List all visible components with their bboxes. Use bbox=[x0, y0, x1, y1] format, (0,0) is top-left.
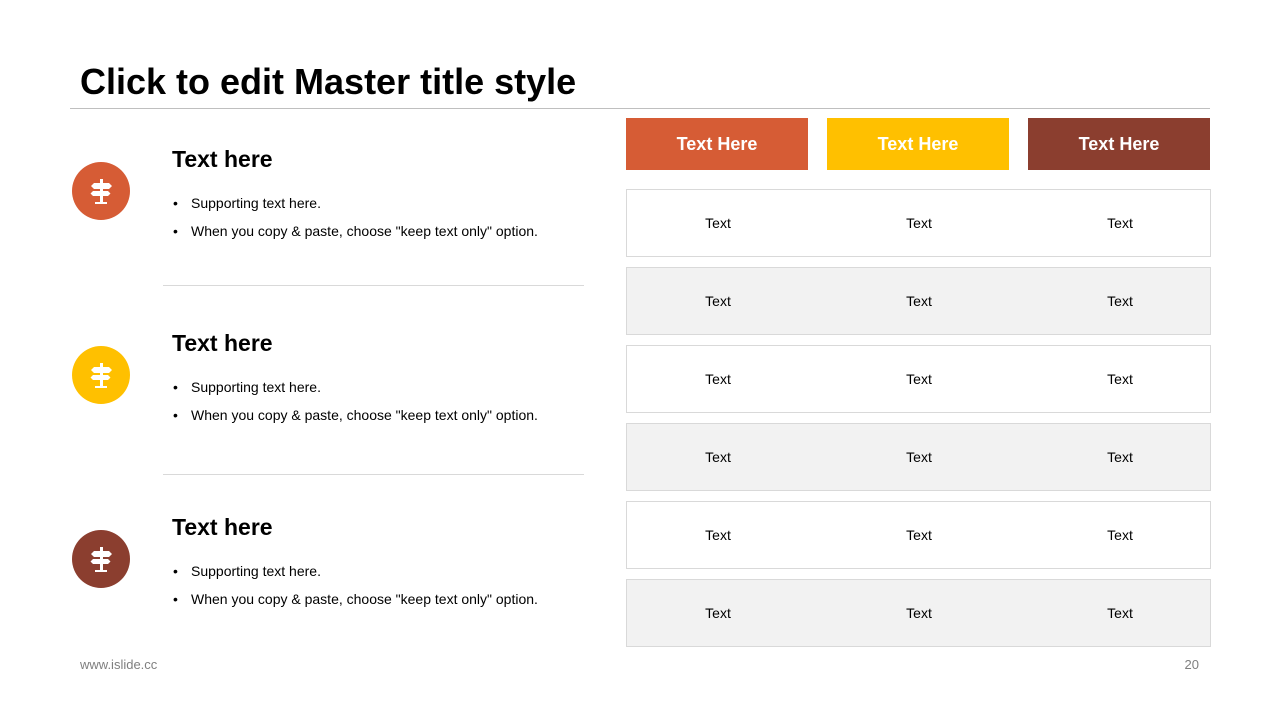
table-row: Text Text Text bbox=[626, 345, 1211, 413]
table-cell: Text bbox=[705, 605, 731, 621]
table-cell: Text bbox=[906, 527, 932, 543]
bullet-item: Supporting text here. bbox=[172, 373, 538, 401]
table-cell: Text bbox=[1107, 371, 1133, 387]
bullet-list: Supporting text here. When you copy & pa… bbox=[172, 557, 538, 613]
table-row: Text Text Text bbox=[626, 579, 1211, 647]
table-cell: Text bbox=[906, 605, 932, 621]
table-row: Text Text Text bbox=[626, 267, 1211, 335]
bullet-list: Supporting text here. When you copy & pa… bbox=[172, 189, 538, 245]
bullet-item: Supporting text here. bbox=[172, 189, 538, 217]
table-cell: Text bbox=[1107, 449, 1133, 465]
table-cell: Text bbox=[705, 215, 731, 231]
item-heading: Text here bbox=[172, 514, 273, 540]
table-row: Text Text Text bbox=[626, 423, 1211, 491]
table-cell: Text bbox=[705, 371, 731, 387]
bullet-item: Supporting text here. bbox=[172, 557, 538, 585]
bullet-item: When you copy & paste, choose "keep text… bbox=[172, 401, 538, 429]
item-heading: Text here bbox=[172, 330, 273, 356]
column-header-1: Text Here bbox=[626, 118, 808, 170]
table-cell: Text bbox=[1107, 293, 1133, 309]
title-divider bbox=[70, 108, 1210, 109]
table-cell: Text bbox=[906, 215, 932, 231]
table-row: Text Text Text bbox=[626, 189, 1211, 257]
table-cell: Text bbox=[1107, 527, 1133, 543]
table-cell: Text bbox=[1107, 215, 1133, 231]
footer-url: www.islide.cc bbox=[80, 657, 158, 672]
table-cell: Text bbox=[705, 293, 731, 309]
bullet-list: Supporting text here. When you copy & pa… bbox=[172, 373, 538, 429]
bullet-item: When you copy & paste, choose "keep text… bbox=[172, 217, 538, 245]
slide-title: Click to edit Master title style bbox=[80, 61, 577, 102]
page-number: 20 bbox=[1184, 657, 1199, 672]
table-cell: Text bbox=[705, 527, 731, 543]
table-cell: Text bbox=[906, 293, 932, 309]
bullet-item: When you copy & paste, choose "keep text… bbox=[172, 585, 538, 613]
table-cell: Text bbox=[705, 449, 731, 465]
column-header-3: Text Here bbox=[1028, 118, 1210, 170]
table-cell: Text bbox=[1107, 605, 1133, 621]
item-divider bbox=[163, 474, 584, 475]
signpost-icon bbox=[72, 346, 130, 404]
item-divider bbox=[163, 285, 584, 286]
signpost-icon bbox=[72, 162, 130, 220]
table-cell: Text bbox=[906, 449, 932, 465]
item-heading: Text here bbox=[172, 146, 273, 172]
column-header-2: Text Here bbox=[827, 118, 1009, 170]
table-cell: Text bbox=[906, 371, 932, 387]
table-row: Text Text Text bbox=[626, 501, 1211, 569]
signpost-icon bbox=[72, 530, 130, 588]
